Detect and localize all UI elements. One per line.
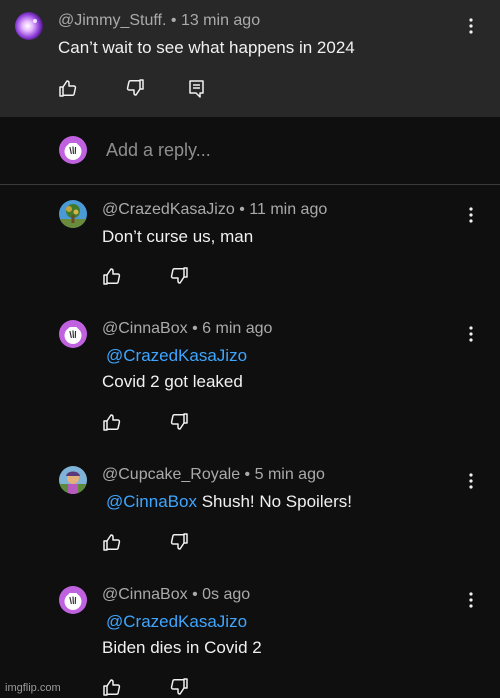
- imgflip-watermark: imgflip.com: [5, 682, 61, 694]
- reply-time[interactable]: 11 min ago: [249, 201, 327, 218]
- reply-time[interactable]: 0s ago: [202, 586, 250, 603]
- reply-text: Covid 2 got leaked: [102, 372, 243, 391]
- like-icon[interactable]: [58, 78, 78, 98]
- reply-text-line: @CinnaBox Shush! No Spoilers!: [102, 492, 352, 512]
- more-options-icon[interactable]: [468, 472, 474, 490]
- reply-meta: @Cupcake_Royale • 5 min ago: [102, 466, 325, 484]
- add-reply-input[interactable]: Add a reply...: [106, 140, 211, 161]
- comment-text: Can’t wait to see what happens in 2024: [58, 38, 355, 57]
- reply-author[interactable]: @CrazedKasaJizo: [102, 201, 235, 218]
- mention-link[interactable]: @CrazedKasaJizo: [106, 612, 247, 631]
- meta-separator: •: [192, 586, 198, 603]
- comment-author[interactable]: @Jimmy_Stuff.: [58, 12, 166, 29]
- dislike-icon[interactable]: [169, 677, 189, 697]
- reply-text: Shush! No Spoilers!: [201, 492, 352, 511]
- cinnabox-avatar-icon[interactable]: [59, 586, 87, 614]
- tree-avatar-icon[interactable]: [59, 200, 87, 228]
- dislike-icon[interactable]: [169, 266, 189, 286]
- meta-separator: •: [239, 201, 245, 218]
- reply-icon[interactable]: [187, 79, 207, 99]
- reply-meta: @CrazedKasaJizo • 11 min ago: [102, 201, 327, 219]
- reply-author[interactable]: @CinnaBox: [102, 320, 188, 337]
- dislike-icon[interactable]: [169, 412, 189, 432]
- cinnabox-avatar-icon: [59, 136, 87, 164]
- reply-text: Biden dies in Covid 2: [102, 638, 262, 657]
- cinnabox-avatar-icon[interactable]: [59, 320, 87, 348]
- reply-text-line: @CrazedKasaJizo: [102, 612, 247, 632]
- like-icon[interactable]: [102, 266, 122, 286]
- dislike-icon[interactable]: [125, 78, 145, 98]
- more-options-icon[interactable]: [468, 206, 474, 224]
- mention-link[interactable]: @CinnaBox: [106, 492, 197, 511]
- reply-author[interactable]: @CinnaBox: [102, 586, 188, 603]
- reply-text: Don’t curse us, man: [102, 227, 254, 246]
- comment-time[interactable]: 13 min ago: [181, 12, 260, 29]
- reply-text-line: @CrazedKasaJizo: [102, 346, 247, 366]
- like-icon[interactable]: [102, 532, 122, 552]
- reply-author[interactable]: @Cupcake_Royale: [102, 466, 240, 483]
- meta-separator: •: [170, 12, 177, 29]
- like-icon[interactable]: [102, 677, 122, 697]
- galaxy-avatar-icon[interactable]: [15, 12, 43, 40]
- like-icon[interactable]: [102, 412, 122, 432]
- reply-time[interactable]: 5 min ago: [255, 466, 325, 483]
- more-options-icon[interactable]: [468, 17, 474, 35]
- meta-separator: •: [192, 320, 198, 337]
- reply-meta: @CinnaBox • 6 min ago: [102, 320, 272, 338]
- divider: [0, 184, 500, 185]
- reply-meta: @CinnaBox • 0s ago: [102, 586, 250, 604]
- more-options-icon[interactable]: [468, 591, 474, 609]
- more-options-icon[interactable]: [468, 325, 474, 343]
- reply-time[interactable]: 6 min ago: [202, 320, 272, 337]
- cupcake-avatar-icon[interactable]: [59, 466, 87, 494]
- meta-separator: •: [244, 466, 251, 483]
- dislike-icon[interactable]: [169, 532, 189, 552]
- comment-meta: @Jimmy_Stuff. • 13 min ago: [58, 12, 260, 30]
- mention-link[interactable]: @CrazedKasaJizo: [106, 346, 247, 365]
